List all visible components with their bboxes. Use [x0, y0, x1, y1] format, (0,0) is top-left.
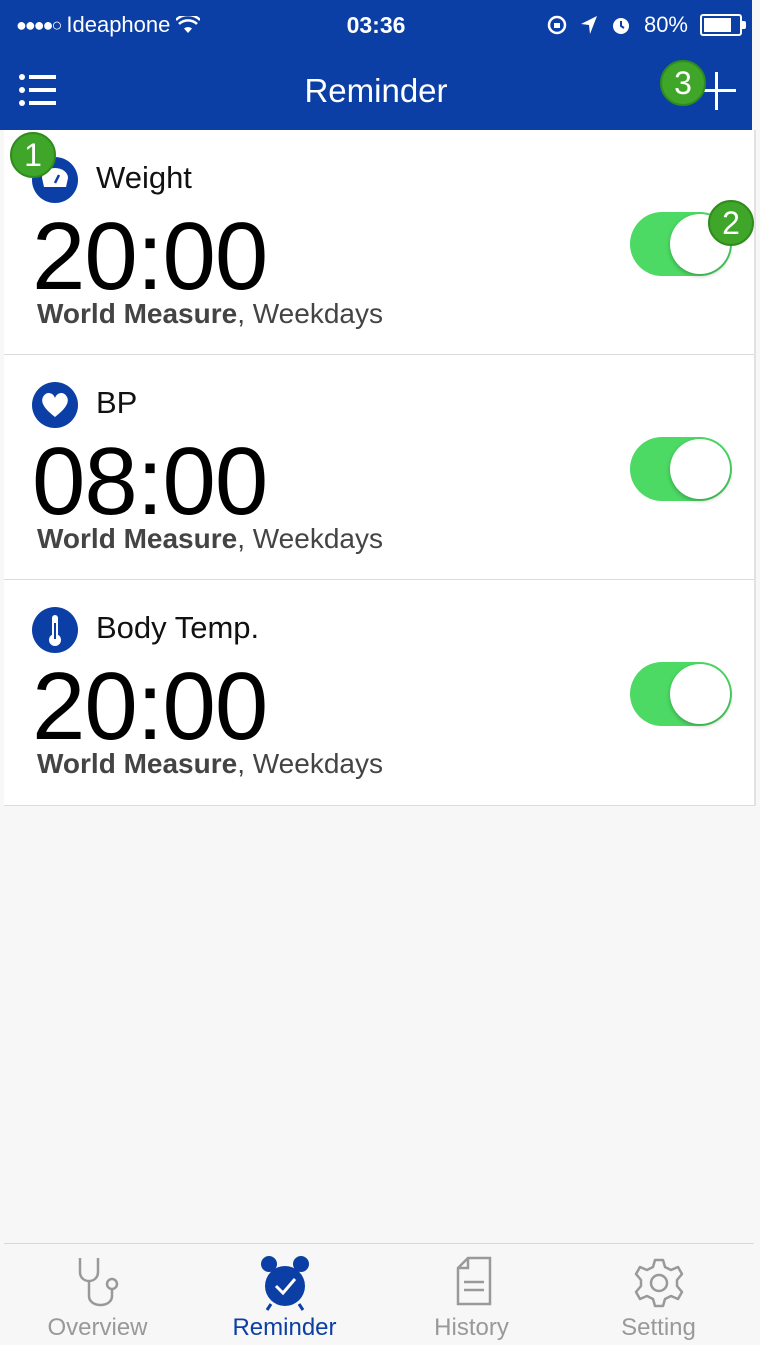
alarm-clock-icon [260, 1256, 309, 1311]
toggle-knob [670, 664, 730, 724]
tab-label: Reminder [232, 1314, 337, 1341]
reminder-item-weight[interactable]: Weight 20:00 World Measure, Weekdays [4, 130, 754, 355]
reminder-time: 20:00 [32, 203, 268, 310]
app-header: ●●●●○ Ideaphone 03:36 80% Reminder [0, 0, 752, 130]
tab-label: History [434, 1314, 509, 1341]
reminder-repeat: , Weekdays [237, 523, 383, 554]
reminder-detail: World Measure, Weekdays [37, 523, 383, 555]
reminder-user: World Measure [37, 748, 238, 779]
gear-icon [634, 1258, 683, 1308]
tab-setting[interactable]: Setting [565, 1244, 752, 1345]
tab-reminder[interactable]: Reminder [191, 1244, 378, 1345]
status-right: 80% [546, 12, 746, 38]
rotation-lock-icon [547, 15, 567, 35]
reminder-toggle[interactable] [630, 662, 732, 726]
stethoscope-icon [78, 1258, 118, 1307]
reminder-item-bp[interactable]: BP 08:00 World Measure, Weekdays [4, 355, 754, 580]
alarm-icon [612, 18, 629, 34]
toggle-knob [670, 439, 730, 499]
reminder-category: Weight [96, 160, 192, 195]
reminder-repeat: , Weekdays [237, 298, 383, 329]
reminder-category: Body Temp. [96, 610, 260, 645]
reminder-time: 20:00 [32, 653, 268, 760]
reminder-item-body-temp[interactable]: Body Temp. 20:00 World Measure, Weekdays [4, 580, 754, 806]
document-icon [456, 1256, 491, 1306]
battery-fill [704, 18, 732, 32]
annotation-badge-3: 3 [660, 60, 706, 106]
page-title: Reminder [304, 72, 448, 109]
reminder-repeat: , Weekdays [237, 748, 383, 779]
tab-history[interactable]: History [378, 1244, 565, 1345]
reminder-user: World Measure [37, 298, 238, 329]
location-icon [580, 16, 597, 34]
reminder-toggle[interactable] [630, 437, 732, 501]
reminder-detail: World Measure, Weekdays [37, 298, 383, 330]
reminder-category: BP [96, 385, 138, 420]
thermometer-icon [32, 607, 78, 653]
battery-percent: 80% [643, 12, 688, 37]
heart-icon [32, 382, 78, 428]
battery-icon [700, 14, 746, 36]
annotation-badge-1: 1 [10, 132, 56, 178]
reminder-time: 08:00 [32, 428, 268, 535]
reminder-user: World Measure [37, 523, 238, 554]
tab-bar: Overview Reminder History Setting [4, 1243, 754, 1345]
tab-label: Setting [621, 1314, 696, 1341]
tab-label: Overview [47, 1314, 148, 1341]
reminder-list: Weight 20:00 World Measure, Weekdays BP … [4, 130, 756, 806]
tab-overview[interactable]: Overview [4, 1244, 191, 1345]
status-bar: ●●●●○ Ideaphone 03:36 80% [0, 0, 752, 52]
annotation-badge-2: 2 [708, 200, 754, 246]
reminder-detail: World Measure, Weekdays [37, 748, 383, 780]
